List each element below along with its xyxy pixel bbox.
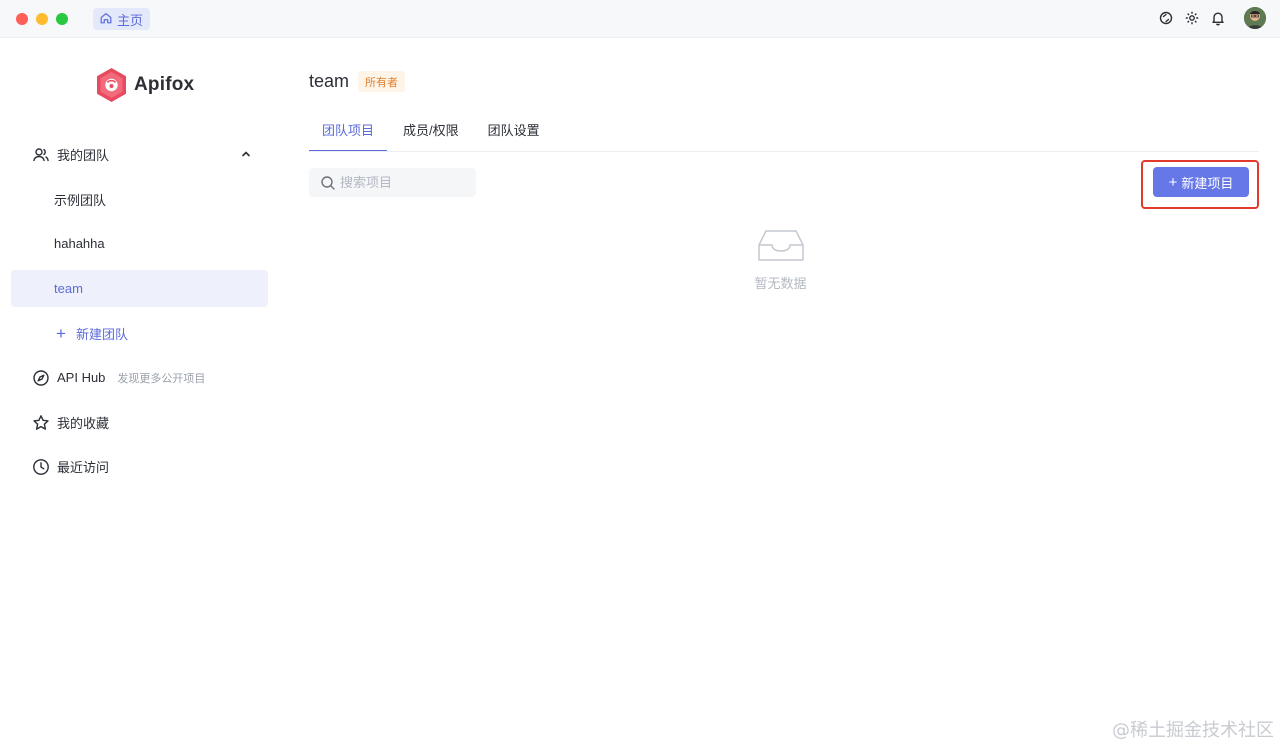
sidebar-item-api-hub[interactable]: API Hub 发现更多公开项目 [11, 359, 268, 396]
empty-inbox-icon [757, 230, 804, 261]
title-bar: 主页 [0, 0, 1280, 38]
window-close-button[interactable] [16, 13, 28, 25]
sidebar-item-label: API Hub [57, 370, 106, 385]
api-hub-note: 发现更多公开项目 [117, 372, 206, 385]
sidebar-item-favorites[interactable]: 我的收藏 [11, 404, 268, 441]
home-icon [99, 11, 113, 28]
search-input[interactable] [340, 175, 460, 190]
search-box[interactable] [309, 168, 476, 197]
plus-icon: + [56, 324, 66, 343]
window-minimize-button[interactable] [36, 13, 48, 25]
sidebar-my-teams[interactable]: 我的团队 [11, 136, 268, 173]
sidebar-my-teams-label: 我的团队 [57, 148, 110, 163]
chevron-up-icon[interactable] [240, 148, 252, 160]
empty-state-text: 暂无数据 [754, 276, 807, 291]
gear-icon[interactable] [1184, 10, 1200, 26]
sidebar-item-team-team[interactable]: team [11, 270, 268, 307]
home-tab[interactable]: 主页 [93, 8, 151, 30]
clock-icon [32, 458, 50, 476]
owner-badge: 所有者 [358, 71, 405, 92]
sidebar-item-label: 我的收藏 [57, 416, 110, 431]
tab-team-settings[interactable]: 团队设置 [488, 114, 540, 152]
sidebar-item-recent[interactable]: 最近访问 [11, 448, 268, 485]
new-project-button[interactable]: + 新建项目 [1153, 167, 1249, 197]
tab-divider [309, 151, 1259, 152]
brand-name: Apifox [134, 74, 195, 95]
avatar[interactable] [1244, 7, 1266, 29]
compass-icon [32, 369, 50, 387]
main-content: team 所有者 团队项目 成员/权限 团队设置 + 新建项目 暂无数据 [280, 38, 1280, 748]
star-icon [32, 414, 50, 432]
new-team-button[interactable]: + 新建团队 [11, 315, 268, 352]
watermark: @稀土掘金技术社区 [1112, 720, 1274, 741]
sidebar-item-label: team [54, 281, 83, 296]
empty-state: 暂无数据 [738, 228, 823, 292]
sidebar-item-team-example[interactable]: 示例团队 [11, 181, 268, 218]
brand-logo: Apifox [95, 67, 194, 103]
sidebar-item-team-hahahha[interactable]: hahahha [11, 225, 268, 262]
home-tab-label: 主页 [117, 12, 144, 28]
apifox-logo-icon [97, 68, 126, 102]
sidebar-item-label: 示例团队 [54, 193, 107, 208]
tab-bar: 团队项目 成员/权限 团队设置 [309, 114, 569, 152]
sidebar-item-label: hahahha [54, 236, 105, 251]
bell-icon[interactable] [1210, 10, 1226, 26]
sidebar: Apifox 我的团队 示例团队 hahahha team + 新建团队 API… [0, 38, 280, 748]
sidebar-item-label: 最近访问 [57, 460, 110, 475]
new-team-label: 新建团队 [75, 327, 128, 342]
page-title: team [309, 71, 350, 91]
users-icon [32, 146, 50, 164]
new-project-label: 新建项目 [1181, 175, 1234, 191]
tab-members-permissions[interactable]: 成员/权限 [403, 114, 459, 152]
sync-icon[interactable] [1158, 10, 1174, 26]
search-icon [321, 175, 335, 190]
tab-team-projects[interactable]: 团队项目 [309, 114, 388, 152]
plus-icon: + [1168, 173, 1178, 191]
window-zoom-button[interactable] [56, 13, 68, 25]
